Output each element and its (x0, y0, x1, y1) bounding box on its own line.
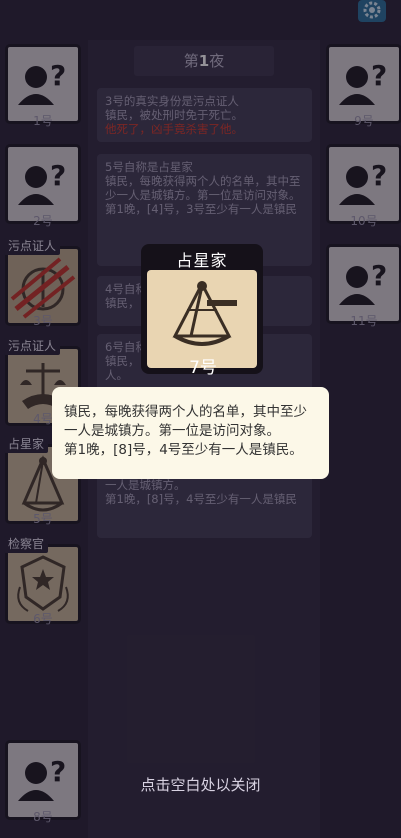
role-result: 第1晚，[8]号，4号至少有一人是镇民。 (64, 442, 303, 458)
role-card-number: 7号 (189, 358, 217, 378)
close-hint[interactable]: 点击空白处以关闭 (0, 774, 401, 795)
game-board[interactable]: 第1夜 3号的真实身份是污点证人 镇民，被处刑时免于死亡。 他死了，凶手竟杀害了… (0, 0, 401, 838)
role-description-popup: 镇民，每晚获得两个人的名单，其中至少一人是城镇方。第一位是访问对象。 第1晚，[… (52, 387, 329, 479)
role-card-title: 占星家 (176, 251, 228, 270)
role-description: 镇民，每晚获得两个人的名单，其中至少一人是城镇方。第一位是访问对象。 (64, 404, 307, 439)
